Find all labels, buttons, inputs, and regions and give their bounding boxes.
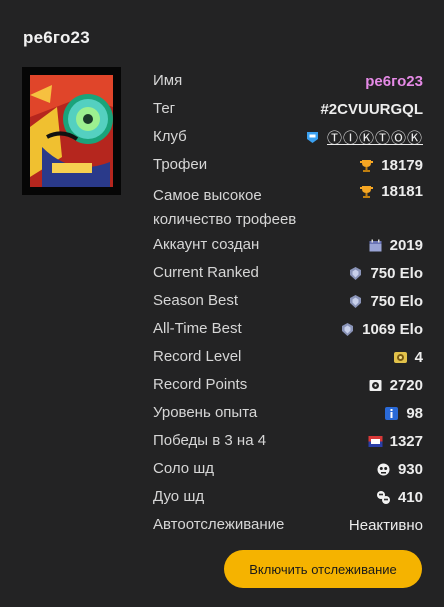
stat-label: Тег: [153, 100, 176, 117]
stat-value-group: 18181: [359, 183, 423, 200]
stat-label: Record Level: [153, 348, 242, 365]
stat-row: Соло шд 930: [153, 455, 423, 483]
stat-value-group: 18179: [359, 157, 423, 174]
3v3-icon: [368, 434, 383, 449]
stat-value-group: 1069 Elo: [340, 321, 423, 338]
club-badge-icon: [305, 130, 320, 145]
solo-showdown-icon: [376, 462, 391, 477]
stat-value: 1069 Elo: [362, 320, 423, 338]
stat-value: ре6го23: [365, 72, 423, 90]
stat-row: Record Points 2720: [153, 371, 423, 399]
stat-value-group: 930: [376, 461, 423, 478]
stat-value-group: 750 Elo: [348, 293, 423, 310]
stat-label: Season Best: [153, 292, 239, 309]
stat-value-group: 750 Elo: [348, 265, 423, 282]
stat-row: Имя ре6го23: [153, 67, 423, 95]
stat-label: All-Time Best: [153, 320, 242, 337]
stat-row: Тег #2CVUURGQL: [153, 95, 423, 123]
stat-value: 2019: [389, 236, 423, 254]
stat-value: #2CVUURGQL: [320, 100, 423, 118]
stat-row: All-Time Best 1069 Elo: [153, 315, 423, 343]
stat-value: 410: [397, 488, 423, 506]
stat-value-group: 2019: [368, 237, 423, 254]
stat-row: Самое высокое количество трофеев 18181: [153, 179, 423, 231]
stat-value-group: 4: [393, 349, 423, 366]
stat-label: Самое высокое количество трофеев: [153, 187, 297, 228]
stat-row: Аккаунт создан 2019: [153, 231, 423, 259]
stat-label: Имя: [153, 72, 183, 89]
stat-value-group: #2CVUURGQL: [320, 101, 423, 118]
stat-value-group: 410: [376, 489, 423, 506]
stat-row: Season Best 750 Elo: [153, 287, 423, 315]
stat-row: Клуб ⓉⒾⓀⓉⓄⓀ: [153, 123, 423, 151]
ranked-icon: [348, 294, 363, 309]
stat-label: Клуб: [153, 128, 187, 145]
stat-row: Current Ranked 750 Elo: [153, 259, 423, 287]
record-level-icon: [393, 350, 408, 365]
stat-row: Record Level 4: [153, 343, 423, 371]
info-icon: [384, 406, 399, 421]
stat-value: 2720: [389, 376, 423, 394]
stat-value[interactable]: ⓉⒾⓀⓉⓄⓀ: [327, 127, 423, 148]
stat-row: Победы в 3 на 4 1327: [153, 427, 423, 455]
stat-label: Дуо шд: [153, 488, 205, 505]
stat-value: 4: [414, 348, 423, 366]
brawler-portrait-icon: [22, 67, 121, 195]
stat-value: 98: [406, 404, 423, 422]
stat-value: 18179: [381, 156, 423, 174]
stat-label: Уровень опыта: [153, 404, 258, 421]
calendar-icon: [368, 238, 383, 253]
ranked-icon: [348, 266, 363, 281]
stat-value: 1327: [389, 432, 423, 450]
stat-row: Дуо шд 410: [153, 483, 423, 511]
enable-tracking-button[interactable]: Включить отслеживание: [224, 550, 422, 588]
stat-row: Уровень опыта 98: [153, 399, 423, 427]
trophy-icon: [359, 184, 374, 199]
stat-value: 18181: [381, 183, 423, 200]
trophy-icon: [359, 158, 374, 173]
stat-label: Соло шд: [153, 460, 215, 477]
stat-row: Автоотслеживание Неактивно: [153, 511, 423, 539]
stat-label: Аккаунт создан: [153, 236, 260, 253]
stat-value: Неактивно: [348, 516, 423, 534]
stat-value-group: 98: [384, 405, 423, 422]
stat-value-group: ре6го23: [365, 73, 423, 90]
stat-value-group: 1327: [368, 433, 423, 450]
ranked-icon: [340, 322, 355, 337]
stat-label: Автоотслеживание: [153, 516, 285, 533]
stat-label: Record Points: [153, 376, 248, 393]
stat-label: Current Ranked: [153, 264, 259, 281]
stat-label: Победы в 3 на 4: [153, 432, 267, 449]
stat-value: 750 Elo: [370, 292, 423, 310]
stat-row: Трофеи 18179: [153, 151, 423, 179]
record-points-icon: [368, 378, 383, 393]
stat-value-group: Неактивно: [349, 517, 423, 534]
stat-value: 750 Elo: [370, 264, 423, 282]
profile-card: ре6го23 Имя ре6го23 Тег #2CVUURGQL Клуб ⓉⒾⓀⓉⓄ…: [0, 0, 444, 607]
stat-label: Трофеи: [153, 156, 208, 173]
stat-value: 930: [397, 460, 423, 478]
duo-showdown-icon: [376, 490, 391, 505]
stats-list: Имя ре6го23 Тег #2CVUURGQL Клуб ⓉⒾⓀⓉⓄⓀ Трофеи 1…: [153, 67, 423, 539]
profile-title: ре6го23: [23, 28, 90, 47]
stat-value-group[interactable]: ⓉⒾⓀⓉⓄⓀ: [305, 127, 423, 148]
stat-value-group: 2720: [368, 377, 423, 394]
